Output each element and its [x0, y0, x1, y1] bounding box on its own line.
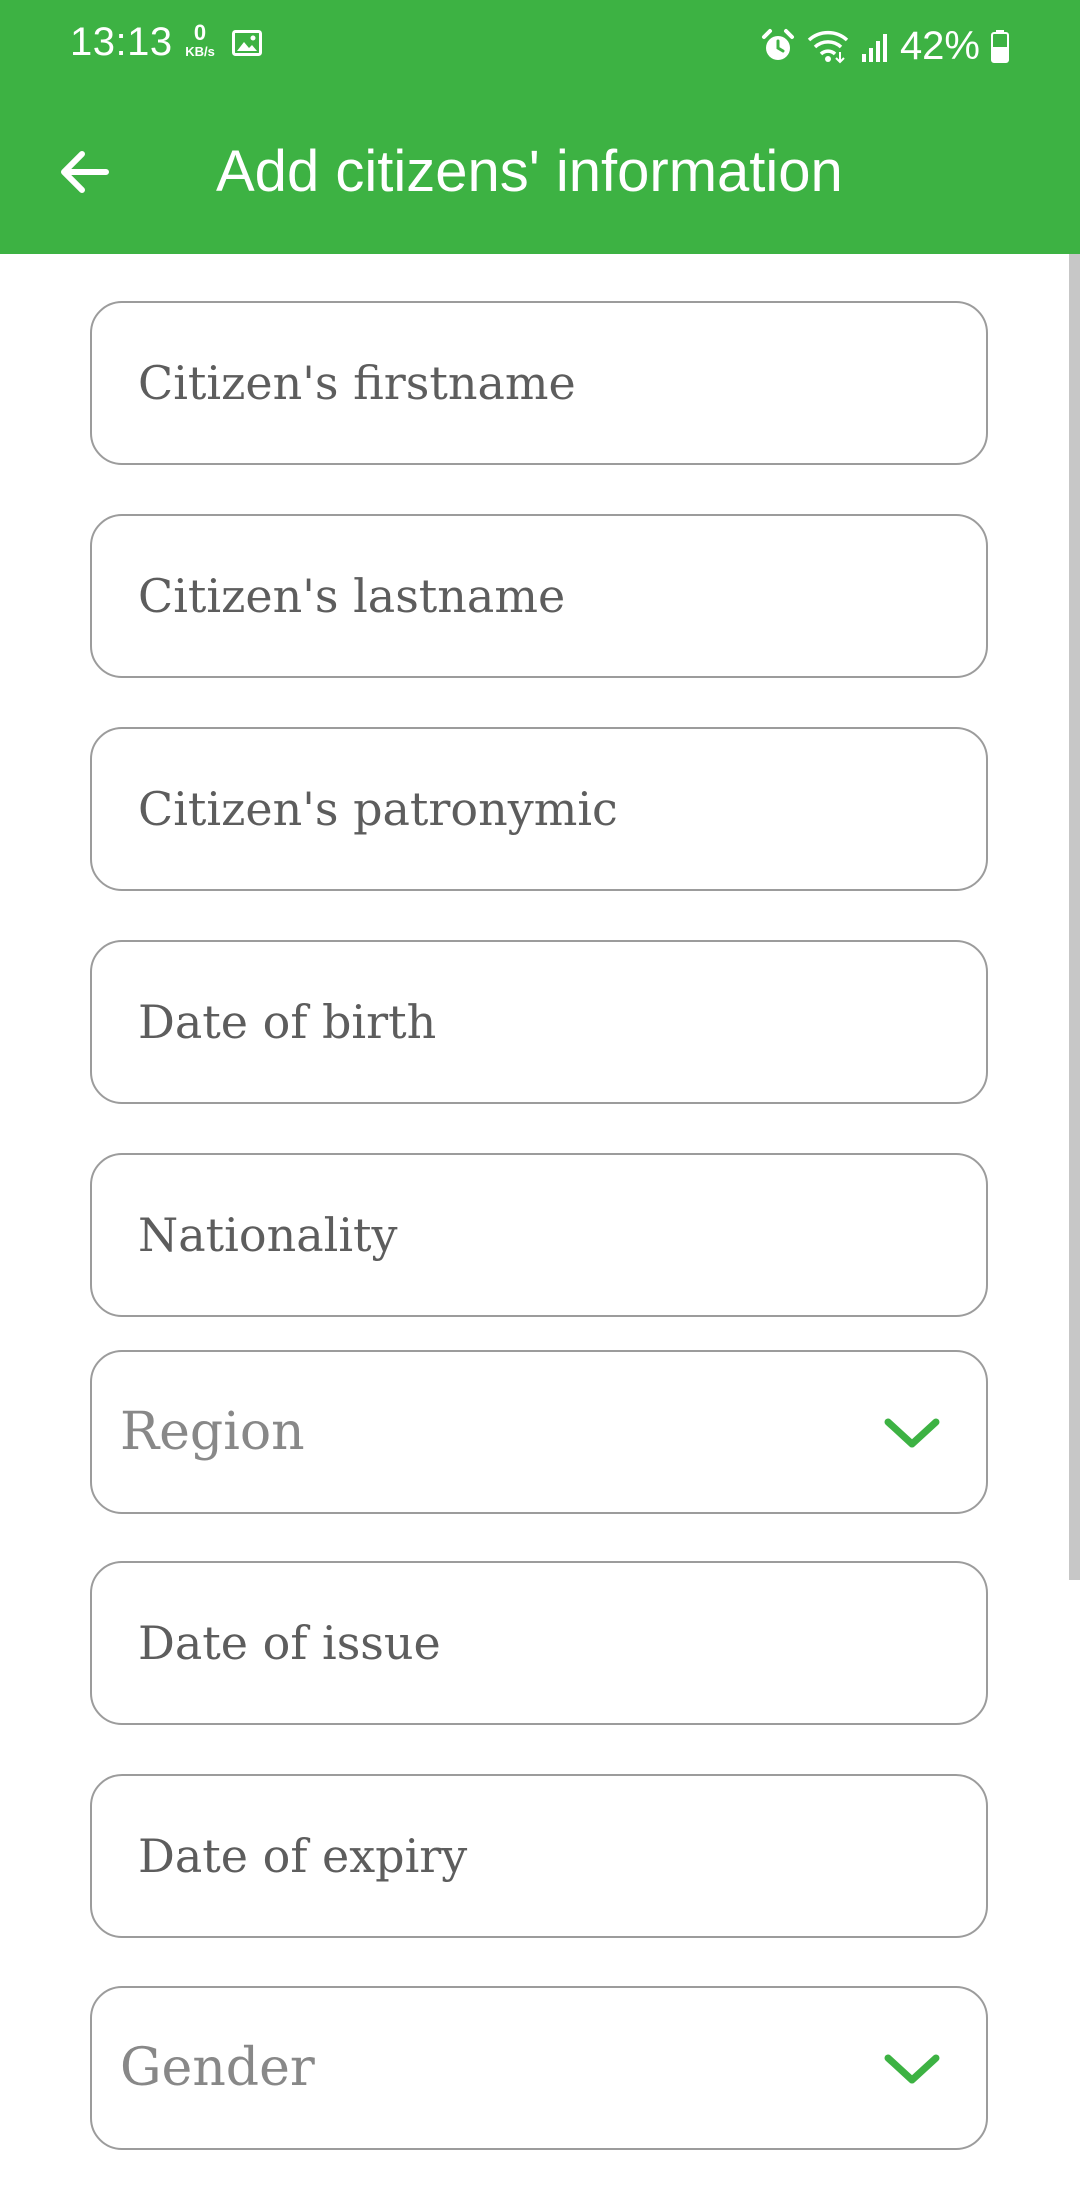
firstname-field[interactable] — [90, 301, 988, 465]
date-of-birth-input[interactable] — [138, 942, 938, 1102]
battery-icon — [991, 30, 1009, 63]
battery-percentage: 42% — [899, 23, 980, 68]
patronymic-input[interactable] — [138, 729, 938, 889]
alarm-icon — [761, 29, 794, 60]
page-title: Add citizens' information — [216, 139, 843, 204]
lastname-input[interactable] — [138, 516, 938, 676]
date-of-issue-input[interactable] — [138, 1563, 938, 1723]
chevron-down-icon — [884, 2054, 940, 2084]
status-bar: 13:13 0 KB/s 42% — [0, 0, 1080, 92]
region-label: Region — [120, 1402, 305, 1462]
gender-label: Gender — [120, 2038, 315, 2098]
header: 13:13 0 KB/s 42% Add citizens' informati… — [0, 0, 1080, 254]
lastname-field[interactable] — [90, 514, 988, 678]
scrollbar[interactable] — [1069, 254, 1080, 1580]
network-speed-unit: KB/s — [185, 44, 215, 59]
region-dropdown[interactable]: Region — [90, 1350, 988, 1514]
image-icon — [232, 30, 262, 56]
patronymic-field[interactable] — [90, 727, 988, 891]
gender-dropdown[interactable]: Gender — [90, 1986, 988, 2150]
date-of-birth-field[interactable] — [90, 940, 988, 1104]
status-icons: 42% — [760, 18, 1010, 74]
nationality-field[interactable] — [90, 1153, 988, 1317]
app-bar: Add citizens' information — [0, 92, 1080, 254]
network-speed-value: 0 — [193, 20, 207, 45]
date-of-expiry-input[interactable] — [138, 1776, 938, 1936]
firstname-input[interactable] — [138, 303, 938, 463]
signal-icon — [861, 34, 887, 62]
wifi-icon — [807, 30, 849, 64]
chevron-down-icon — [884, 1418, 940, 1448]
network-speed: 0 KB/s — [180, 20, 220, 59]
arrow-left-icon — [61, 151, 109, 193]
date-of-issue-field[interactable] — [90, 1561, 988, 1725]
date-of-expiry-field[interactable] — [90, 1774, 988, 1938]
nationality-input[interactable] — [138, 1155, 938, 1315]
back-button[interactable] — [48, 136, 120, 208]
status-time: 13:13 — [70, 20, 173, 64]
